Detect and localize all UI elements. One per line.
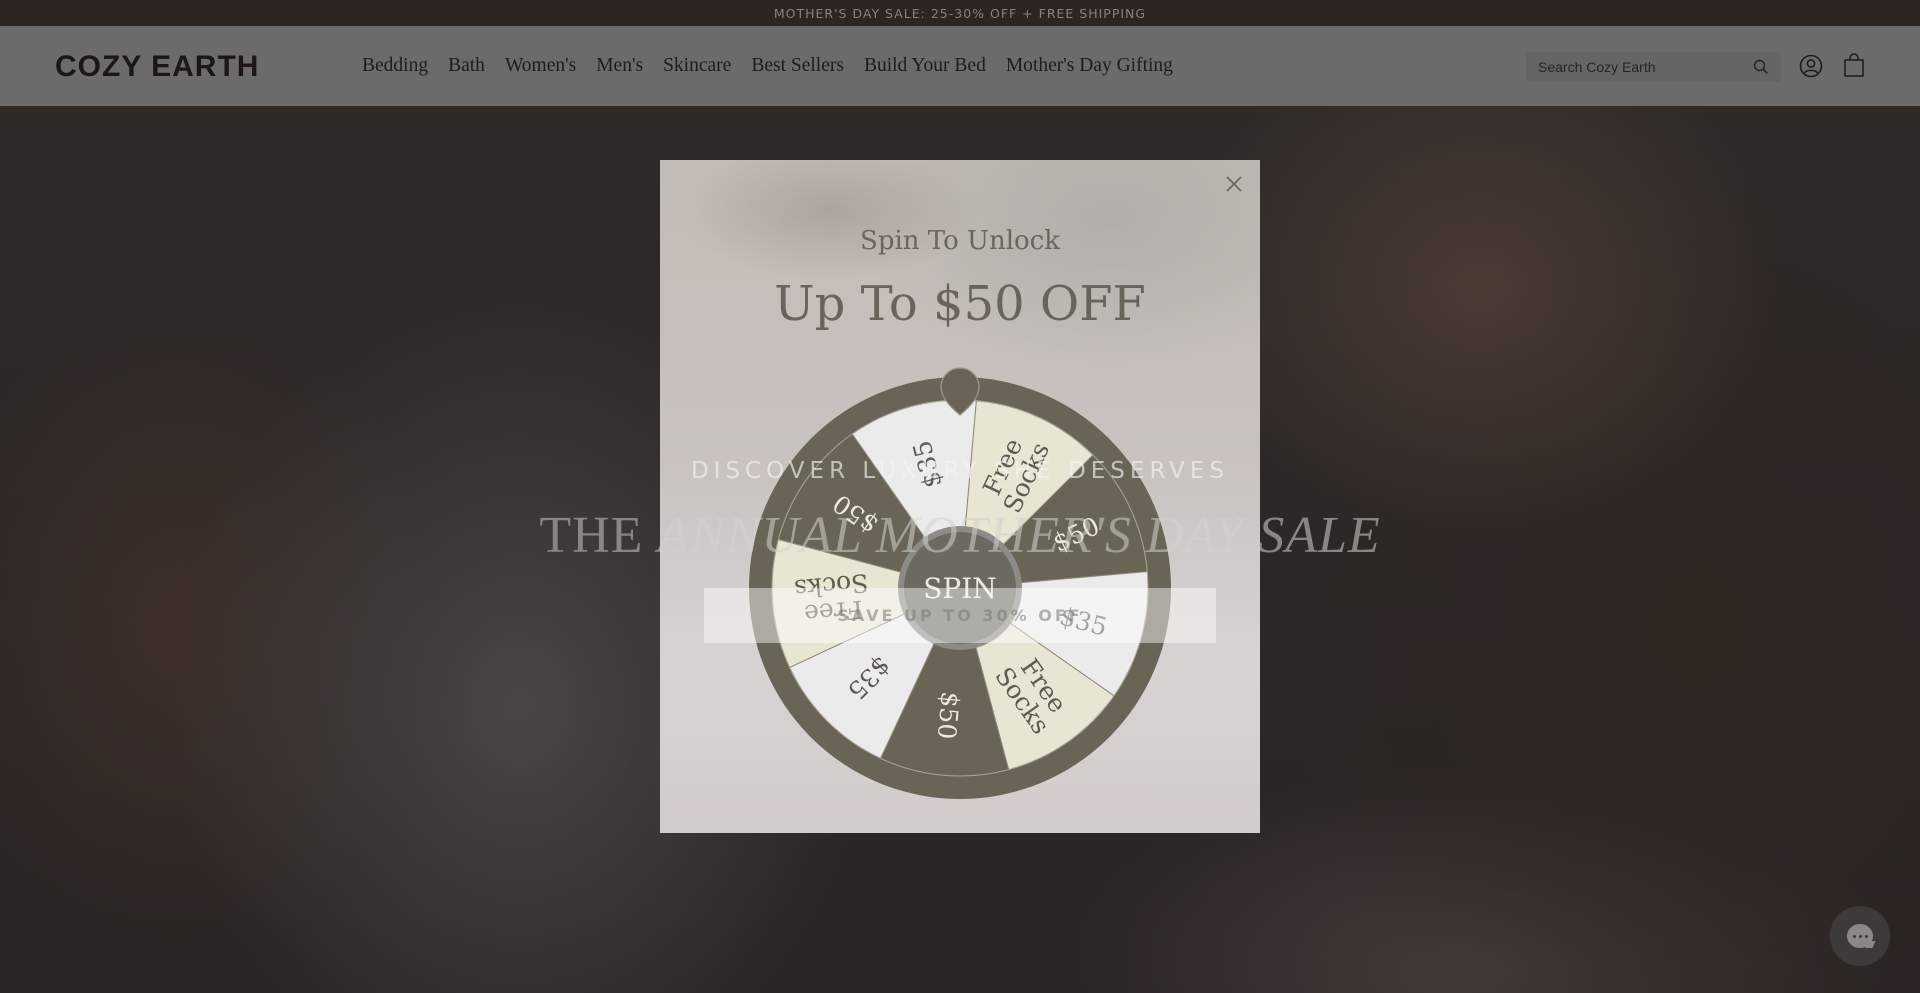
nav-item-best-sellers[interactable]: Best Sellers [751,55,844,77]
nav-item-mothers-day-gifting[interactable]: Mother's Day Gifting [1006,55,1173,77]
chat-dot [1864,934,1868,938]
main-nav: Bedding Bath Women's Men's Skincare Best… [362,55,1193,77]
close-icon[interactable] [1222,172,1246,196]
nav-item-build-your-bed[interactable]: Build Your Bed [864,55,986,77]
announcement-bar: MOTHER'S DAY SALE: 25-30% OFF + FREE SHI… [0,0,1920,26]
modal-title: Up To $50 OFF [774,276,1146,332]
search-box [1526,52,1781,82]
chat-dot [1852,934,1856,938]
site-header: COZY EARTH Bedding Bath Women's Men's Sk… [0,26,1920,106]
chat-dot [1858,934,1862,938]
wheel-segment-label: FreeSocks [793,568,869,629]
nav-item-mens[interactable]: Men's [596,55,643,77]
search-input[interactable] [1538,59,1748,75]
nav-item-skincare[interactable]: Skincare [663,55,731,77]
hero-title-plain: THE [539,507,658,564]
cart-icon[interactable] [1843,53,1865,78]
nav-item-womens[interactable]: Women's [505,55,576,77]
search-icon[interactable] [1753,59,1769,75]
wheel-segment-label: $50 [932,690,965,740]
prize-wheel-graphic[interactable]: $35 FreeSocks$50$35FreeSocks$50$35FreeSoc… [749,367,1171,809]
nav-item-bedding[interactable]: Bedding [362,55,428,77]
prize-wheel[interactable]: $35 Free Socks $50 $35 Free Socks $50 $35 Free Soc… [749,367,1171,809]
chat-icon [1847,924,1873,948]
chat-button[interactable] [1830,906,1890,966]
nav-item-bath[interactable]: Bath [448,55,485,77]
logo[interactable]: COZY EARTH [55,50,259,84]
modal-kicker: Spin To Unlock [860,226,1060,256]
announcement-text: MOTHER'S DAY SALE: 25-30% OFF + FREE SHI… [773,5,1147,21]
wheel-label-line: $50 [932,690,965,740]
spin-wheel-modal: Spin To Unlock Up To $50 OFF $35 Free Sock… [660,160,1260,833]
spin-button-label[interactable]: SPIN [923,572,997,605]
account-icon[interactable] [1799,54,1823,78]
